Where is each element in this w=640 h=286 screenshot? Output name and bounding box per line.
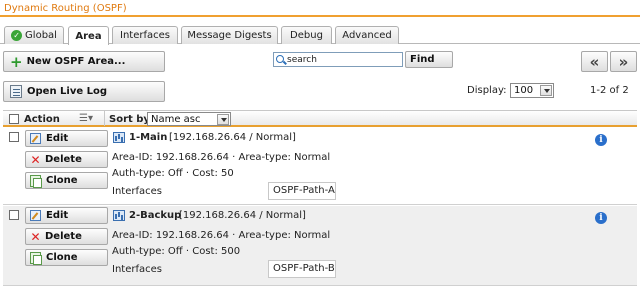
tab-bar: ✓ Global Area Interfaces Message Digests…: [0, 26, 640, 45]
info-icon[interactable]: i: [595, 134, 607, 146]
table-row: Edit ✕ Delete Clone 2-Backup [192.168.26…: [3, 206, 637, 286]
tab-global[interactable]: ✓ Global: [4, 26, 64, 44]
tab-message-digests[interactable]: Message Digests: [181, 26, 278, 44]
table-row: Edit ✕ Delete Clone 1-Main [192.168.26.6…: [3, 128, 637, 205]
delete-label: Delete: [45, 154, 82, 165]
grid-header: Action ☰▾ Sort by: Name asc: [3, 110, 637, 127]
tab-debug[interactable]: Debug: [281, 26, 332, 44]
column-divider: [104, 111, 105, 126]
area-chart-icon: [113, 132, 125, 143]
search-icon: [276, 55, 284, 63]
area-auth: Auth-type: Off · Cost: 500: [112, 246, 241, 257]
tab-global-label: Global: [25, 30, 57, 41]
new-ospf-area-label: New OSPF Area...: [26, 56, 126, 67]
info-icon[interactable]: i: [595, 212, 607, 224]
clone-button[interactable]: Clone: [25, 172, 108, 189]
tab-debug-label: Debug: [290, 30, 323, 41]
delete-icon: ✕: [30, 152, 41, 167]
tab-area[interactable]: Area: [68, 26, 109, 45]
area-name[interactable]: 2-Backup: [129, 210, 181, 221]
chevron-down-icon: [217, 114, 229, 125]
tab-message-digests-label: Message Digests: [187, 30, 272, 41]
delete-button[interactable]: ✕ Delete: [25, 228, 108, 245]
clone-button[interactable]: Clone: [25, 249, 108, 266]
delete-label: Delete: [45, 231, 82, 242]
select-all-checkbox[interactable]: [9, 114, 19, 124]
edit-icon: [30, 133, 41, 144]
chevron-down-icon: [540, 85, 552, 96]
interfaces-label: Interfaces: [112, 264, 162, 275]
clone-label: Clone: [46, 252, 78, 263]
double-chevron-left-icon: «: [589, 52, 600, 71]
plus-icon: +: [10, 52, 23, 71]
area-auth: Auth-type: Off · Cost: 50: [112, 168, 234, 179]
result-range: 1-2 of 2: [590, 85, 629, 96]
tab-advanced[interactable]: Advanced: [335, 26, 399, 44]
find-label: Find: [410, 54, 435, 65]
sort-by-value: Name asc: [151, 114, 201, 125]
open-live-log-label: Open Live Log: [27, 86, 108, 97]
clone-label: Clone: [46, 175, 78, 186]
display-label: Display:: [467, 85, 507, 96]
double-chevron-right-icon: »: [618, 52, 629, 71]
next-page-button[interactable]: »: [610, 51, 637, 72]
area-summary: [192.168.26.64 / Normal]: [169, 132, 296, 143]
action-column-header: Action: [24, 114, 60, 125]
check-icon: ✓: [11, 30, 23, 41]
delete-button[interactable]: ✕ Delete: [25, 151, 108, 168]
interfaces-label: Interfaces: [112, 186, 162, 197]
area-chart-icon: [113, 210, 125, 221]
search-input[interactable]: [273, 52, 403, 67]
display-count-select[interactable]: 100: [510, 83, 554, 98]
tab-interfaces[interactable]: Interfaces: [112, 26, 178, 44]
new-ospf-area-button[interactable]: + New OSPF Area...: [3, 51, 165, 72]
interface-value: OSPF-Path-B: [268, 260, 336, 278]
sort-by-select[interactable]: Name asc: [147, 112, 231, 126]
area-name[interactable]: 1-Main: [129, 132, 167, 143]
edit-label: Edit: [46, 133, 69, 144]
row-checkbox[interactable]: [9, 132, 19, 142]
open-live-log-button[interactable]: Open Live Log: [3, 81, 165, 102]
window-title: Dynamic Routing (OSPF): [0, 0, 640, 17]
clone-icon: [30, 174, 42, 188]
edit-button[interactable]: Edit: [25, 130, 108, 147]
log-icon: [10, 85, 22, 98]
clone-icon: [30, 251, 42, 265]
interface-value: OSPF-Path-A: [268, 182, 336, 200]
row-checkbox[interactable]: [9, 210, 19, 220]
area-summary: [192.168.26.64 / Normal]: [179, 210, 306, 221]
prev-page-button[interactable]: «: [581, 51, 608, 72]
interface-name: OSPF-Path-A: [273, 185, 335, 196]
edit-icon: [30, 210, 41, 221]
edit-label: Edit: [46, 210, 69, 221]
tab-interfaces-label: Interfaces: [120, 30, 170, 41]
display-count-value: 100: [514, 85, 534, 96]
tab-advanced-label: Advanced: [342, 30, 392, 41]
area-details: Area-ID: 192.168.26.64 · Area-type: Norm…: [112, 230, 331, 241]
area-details: Area-ID: 192.168.26.64 · Area-type: Norm…: [112, 152, 331, 163]
edit-button[interactable]: Edit: [25, 207, 108, 224]
column-menu-icon[interactable]: ☰▾: [79, 113, 93, 124]
find-button[interactable]: Find: [405, 51, 453, 68]
tab-area-label: Area: [75, 30, 102, 42]
delete-icon: ✕: [30, 229, 41, 244]
interface-name: OSPF-Path-B: [273, 263, 335, 274]
